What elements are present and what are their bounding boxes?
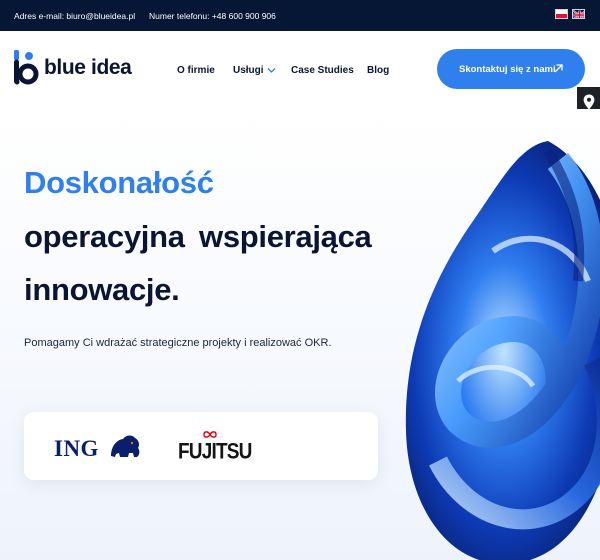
map-pin-icon bbox=[583, 94, 594, 109]
chevron-down-icon bbox=[267, 67, 276, 73]
arrow-up-right-icon bbox=[554, 64, 563, 73]
nav-uslugi-label: Usługi bbox=[233, 65, 264, 76]
logo-text: blue idea bbox=[44, 56, 132, 79]
ing-logo-text: ING bbox=[54, 436, 99, 461]
contact-email[interactable]: Adres e-mail: biuro@blueidea.pl bbox=[14, 11, 135, 21]
brand-logo[interactable]: blue idea bbox=[14, 50, 132, 86]
hero-title-line-1: Doskonałość bbox=[24, 165, 214, 200]
hero-subtitle: Pomagamy Ci wdrażać strategiczne projekt… bbox=[24, 337, 332, 349]
nav-case-studies[interactable]: Case Studies bbox=[291, 65, 354, 76]
top-info-bar: Adres e-mail: biuro@blueidea.pl Numer te… bbox=[0, 0, 600, 31]
contact-phone[interactable]: Numer telefonu: +48 600 900 906 bbox=[149, 11, 276, 21]
client-logos-card: ING FUJITSU bbox=[24, 412, 378, 480]
site-header: blue idea O firmie Usługi Case Studies B… bbox=[0, 31, 600, 109]
ing-lion-icon bbox=[111, 435, 140, 457]
nav-blog[interactable]: Blog bbox=[367, 65, 389, 76]
nav-uslugi[interactable]: Usługi bbox=[233, 65, 276, 76]
hero-section: Doskonałość operacyjna wspierająca innow… bbox=[0, 109, 600, 560]
language-en-flag-icon[interactable] bbox=[572, 9, 585, 19]
fujitsu-infinity-icon bbox=[203, 431, 217, 438]
hero-title-line-3: innowacje. bbox=[24, 272, 180, 307]
contact-us-button[interactable]: Skontaktuj się z nami bbox=[437, 49, 585, 89]
contact-us-label: Skontaktuj się z nami bbox=[459, 63, 556, 75]
nav-o-firmie[interactable]: O firmie bbox=[177, 65, 215, 76]
language-pl-flag-icon[interactable] bbox=[555, 9, 568, 19]
fujitsu-logo-text: FUJITSU bbox=[178, 440, 252, 465]
hero-title-line-2: operacyjna wspierająca bbox=[24, 219, 372, 254]
blue-idea-logo-icon bbox=[14, 50, 39, 85]
abstract-swirl-graphic bbox=[405, 141, 600, 560]
